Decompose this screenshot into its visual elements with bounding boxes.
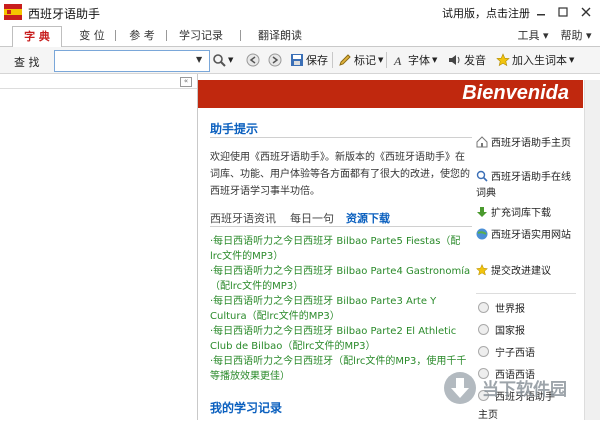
pane-header (0, 74, 197, 89)
download-link[interactable]: ·每日西语听力之今日西班牙 Bilbao Parte4 Gastronomía（… (210, 264, 472, 294)
trial-register-link[interactable]: 试用版，点击注册 (442, 5, 530, 21)
search-input[interactable] (54, 50, 210, 72)
search-label: 查 找 (14, 56, 40, 69)
link-dict-download[interactable]: 扩充词库下载 (476, 206, 576, 222)
link-label: 提交改进建议 (491, 266, 551, 277)
window-title: 西班牙语助手 (28, 7, 101, 21)
back-button[interactable] (246, 52, 260, 68)
minimize-button[interactable] (530, 3, 552, 21)
divider (210, 137, 472, 138)
divider (210, 226, 472, 227)
maximize-button[interactable] (552, 3, 574, 21)
toolbar: 查 找 ▼ ▼ 保存 标记 ▼ A 字体 ▼ 发音 加入生词本 ▼ (0, 47, 600, 74)
save-button[interactable]: 保存 (290, 52, 328, 68)
font-label: 字体 (408, 54, 430, 67)
menu-help[interactable]: 帮助 ▾ (556, 26, 596, 46)
newspaper-item[interactable]: 宁子西语 (478, 346, 535, 362)
globe-icon (476, 228, 488, 240)
app-logo-icon (4, 4, 22, 20)
subtab-daily-sentence[interactable]: 每日一句 (290, 210, 334, 226)
save-label: 保存 (306, 54, 328, 67)
search-button[interactable]: ▼ (212, 52, 233, 68)
tab-translate-read[interactable]: 翻译朗读 (252, 26, 308, 46)
speak-button[interactable]: 发音 (448, 52, 486, 68)
add-vocab-label: 加入生词本 (512, 54, 567, 67)
newspaper-label: 国家报 (495, 326, 525, 337)
link-feedback[interactable]: 提交改进建议 (476, 264, 576, 280)
radio-icon (478, 346, 489, 357)
link-online-dictionary[interactable]: 西班牙语助手在线词典 (476, 170, 576, 202)
download-link[interactable]: ·每日西语听力之今日西班牙 Bilbao Parte3 Arte Y Cultu… (210, 294, 472, 324)
divider (476, 293, 576, 294)
back-arrow-icon (246, 53, 260, 67)
welcome-text: 欢迎使用《西班牙语助手》。新版本的《西班牙语助手》在词库、功能、用户体验等各方面… (210, 152, 470, 197)
link-label: 西班牙语实用网站 (491, 230, 571, 241)
tab-dictionary[interactable]: 字 典 (12, 26, 62, 48)
tips-heading: 助手提示 (210, 122, 259, 136)
font-button[interactable]: A 字体 ▼ (392, 52, 437, 68)
tab-study-record[interactable]: 学习记录 (174, 26, 228, 46)
download-icon (477, 207, 487, 217)
newspaper-item[interactable]: 国家报 (478, 324, 525, 340)
mark-label: 标记 (354, 54, 376, 67)
toolbar-divider (386, 52, 387, 68)
link-useful-sites[interactable]: 西班牙语实用网站 (476, 228, 576, 244)
forward-button[interactable] (268, 52, 282, 68)
newspaper-label: 宁子西语 (495, 348, 535, 359)
download-link[interactable]: ·每日西语听力之今日西班牙 Bilbao Parte2 El Athletic … (210, 324, 472, 354)
speaker-icon (449, 55, 460, 65)
watermark: 当下软件园 (440, 368, 600, 408)
tab-divider (115, 30, 116, 41)
download-link[interactable]: ·每日西语听力之今日西班牙 Bilbao Parte5 Fiestas（配lrc… (210, 234, 472, 264)
search-icon (476, 170, 488, 182)
home-icon (476, 136, 488, 148)
speak-label: 发音 (464, 54, 486, 67)
radio-icon (478, 324, 489, 335)
star-icon (476, 264, 488, 276)
star-icon (496, 53, 510, 67)
menu-tools-label: 工具 (517, 29, 540, 42)
download-link[interactable]: ·每日西语听力之今日西班牙（配lrc文件的MP3，使用千千等播放效果更佳） (210, 354, 472, 384)
main-tabs: 字 典 变 位 参 考 学习记录 翻译朗读 工具 ▾ 帮助 ▾ (0, 24, 600, 48)
pencil-mark-icon (339, 54, 351, 66)
welcome-banner: Bienvenida (198, 80, 583, 108)
menu-help-label: 帮助 (560, 29, 583, 42)
add-vocab-button[interactable]: 加入生词本 ▼ (496, 52, 574, 68)
font-icon: A (393, 54, 402, 67)
link-label: 西班牙语助手主页 (491, 138, 571, 149)
subtab-news[interactable]: 西班牙语资讯 (210, 210, 276, 226)
link-homepage[interactable]: 西班牙语助手主页 (476, 136, 576, 152)
tab-divider (240, 30, 241, 41)
word-list-pane[interactable]: « (0, 74, 198, 420)
save-disk-icon (291, 54, 303, 66)
side-more-label: 主页 (478, 410, 498, 421)
toolbar-divider (332, 52, 333, 68)
title-bar: 西班牙语助手 试用版，点击注册 (0, 0, 600, 24)
link-label: 西班牙语助手在线词典 (476, 172, 571, 199)
mark-button[interactable]: 标记 ▼ (338, 52, 383, 68)
radio-icon (478, 302, 489, 313)
collapse-pane-icon[interactable]: « (180, 77, 192, 87)
search-icon (213, 54, 226, 67)
tab-divider (166, 30, 167, 41)
link-label: 扩充词库下载 (491, 208, 551, 219)
newspaper-label: 世界报 (495, 304, 525, 315)
search-history-dropdown[interactable]: ▼ (196, 51, 206, 69)
subtab-downloads[interactable]: 资源下载 (346, 210, 390, 226)
forward-arrow-icon (268, 53, 282, 67)
tab-conjugation[interactable]: 变 位 (72, 26, 112, 46)
study-record-heading: 我的学习记录 (210, 401, 283, 415)
tab-reference[interactable]: 参 考 (122, 26, 162, 46)
close-button[interactable] (575, 3, 597, 21)
svg-text:A: A (393, 54, 402, 67)
watermark-text: 当下软件园 (482, 379, 567, 400)
menu-tools[interactable]: 工具 ▾ (516, 26, 550, 46)
download-list: ·每日西语听力之今日西班牙 Bilbao Parte5 Fiestas（配lrc… (210, 234, 472, 384)
banner-title: Bienvenida (462, 82, 569, 104)
newspaper-item[interactable]: 世界报 (478, 302, 525, 318)
